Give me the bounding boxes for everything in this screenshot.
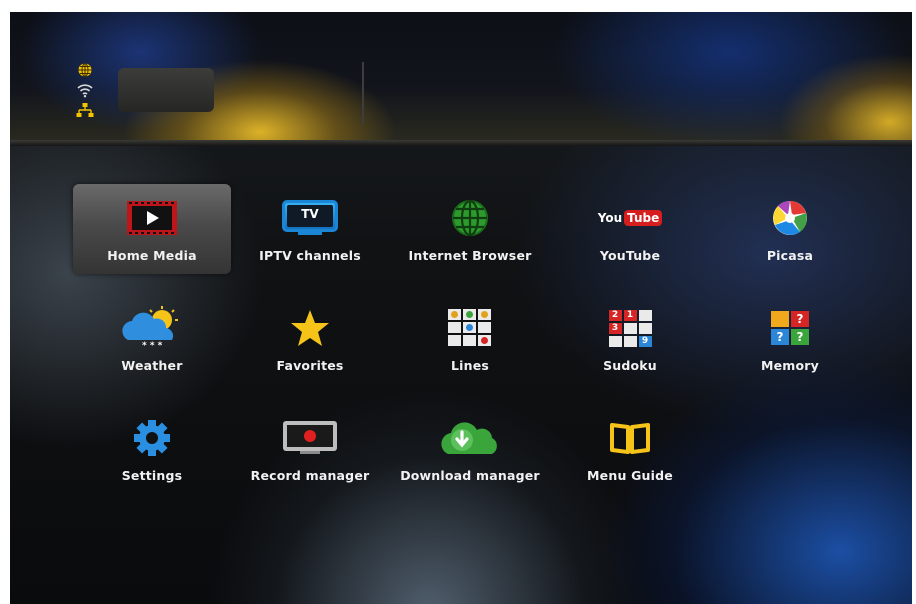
menu-item-label: Settings <box>121 468 183 483</box>
sudoku-cell <box>623 322 637 334</box>
menu-item-label: Home Media <box>107 248 197 263</box>
menu-item-label: Memory <box>760 358 820 373</box>
sudoku-cell: 2 <box>608 309 622 321</box>
menu-item-label: Sudoku <box>603 358 657 373</box>
sudoku-cell <box>623 335 637 347</box>
sudoku-cell: 3 <box>608 322 622 334</box>
tv-icon-text: TV <box>301 207 319 221</box>
menu-item-label: Weather <box>121 358 183 373</box>
menu-item-label: Menu Guide <box>587 468 673 483</box>
menu-item-label: Favorites <box>276 358 344 373</box>
home-media-icon <box>73 198 231 238</box>
menu-item-weather[interactable]: * * * Weather <box>73 294 231 384</box>
status-divider <box>362 62 364 124</box>
sudoku-cell <box>608 335 622 347</box>
menu-item-label: Picasa <box>766 248 814 263</box>
book-icon <box>551 418 709 458</box>
menu-item-sudoku[interactable]: 2 1 3 9 Sudoku <box>551 294 709 384</box>
weather-icon: * * * <box>73 306 231 350</box>
menu-item-label: YouTube <box>599 248 661 263</box>
sudoku-cell <box>638 309 652 321</box>
status-bar <box>10 12 912 142</box>
network-icon <box>76 103 94 117</box>
menu-item-record-manager[interactable]: Record manager <box>231 404 389 494</box>
globe-icon <box>391 198 549 238</box>
status-icons <box>76 62 100 122</box>
menu-item-favorites[interactable]: Favorites <box>231 294 389 384</box>
menu-item-internet-browser[interactable]: Internet Browser <box>391 184 549 274</box>
memory-card: ? <box>771 329 789 345</box>
menu-item-label: Record manager <box>250 468 370 483</box>
download-cloud-icon <box>391 418 549 458</box>
status-panel <box>118 68 214 112</box>
menu-item-youtube[interactable]: You Tube YouTube <box>551 184 709 274</box>
menu-item-picasa[interactable]: Picasa <box>711 184 869 274</box>
menu-item-home-media[interactable]: Home Media <box>73 184 231 274</box>
header-separator <box>10 140 912 146</box>
menu-item-iptv-channels[interactable]: TV IPTV channels <box>231 184 389 274</box>
sudoku-cell: 9 <box>638 335 652 347</box>
menu-item-memory[interactable]: ? ? ? Memory <box>711 294 869 384</box>
youtube-icon: You Tube <box>551 198 709 238</box>
record-icon <box>231 418 389 458</box>
memory-card: ? <box>791 329 809 345</box>
menu-item-label: Download manager <box>400 468 540 483</box>
sudoku-cell <box>638 322 652 334</box>
menu-item-download-manager[interactable]: Download manager <box>391 404 549 494</box>
menu-item-settings[interactable]: Settings <box>73 404 231 494</box>
menu-item-menu-guide[interactable]: Menu Guide <box>551 404 709 494</box>
youtube-logo-you: You <box>597 211 623 225</box>
gear-icon <box>73 418 231 458</box>
memory-card <box>771 311 789 327</box>
lines-game-icon <box>391 308 549 348</box>
globe-status-icon <box>78 63 92 77</box>
tv-menu-screen: Home Media TV IPTV channels Internet Bro… <box>10 12 912 604</box>
star-icon <box>231 308 389 348</box>
tv-icon: TV <box>231 198 389 238</box>
sudoku-cell: 1 <box>623 309 637 321</box>
menu-item-label: IPTV channels <box>259 248 361 263</box>
svg-text:* * *: * * * <box>142 341 163 350</box>
picasa-icon <box>711 198 869 238</box>
menu-item-label: Internet Browser <box>408 248 532 263</box>
menu-item-label: Lines <box>450 358 490 373</box>
memory-card: ? <box>791 311 809 327</box>
sudoku-icon: 2 1 3 9 <box>551 308 709 348</box>
wifi-icon <box>77 84 93 98</box>
menu-item-lines[interactable]: Lines <box>391 294 549 384</box>
youtube-logo-tube: Tube <box>624 210 663 226</box>
memory-game-icon: ? ? ? <box>711 308 869 348</box>
